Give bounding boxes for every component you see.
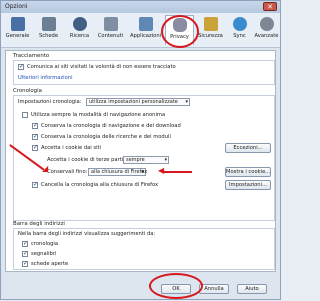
clear-on-close-checkbox[interactable] [32,181,38,188]
tab-label: Avanzate [254,33,279,39]
history-group: Impostazioni cronologia: utilizza impost… [13,95,275,221]
tab-ricerca[interactable]: Ricerca [65,15,94,45]
tab-schede[interactable]: Schede [34,15,63,45]
suggest-history-label: cronologia [31,241,59,247]
close-button[interactable]: ✕ [263,2,277,11]
accept-cookies-label: Accetta i cookie dai siti [41,145,102,151]
keep-until-value: alla chiusura di Firefox [91,169,148,175]
tab-contenuti[interactable]: Contenuti [96,15,125,45]
sync-icon [232,17,247,31]
help-button[interactable]: Aiuto [237,284,267,294]
third-party-value: sempre [126,157,145,163]
suggest-open-tabs-label: schede aperte [31,261,69,267]
chevron-down-icon: ▾ [185,99,188,105]
search-icon [72,17,87,31]
keep-nav-label: Conserva la cronologia di navigazione e … [41,123,181,129]
lock-icon [203,17,218,31]
suggest-bookmarks-checkbox[interactable] [22,250,28,257]
tracking-section-title: Tracciamento [13,53,50,59]
highlight-circle-ok [149,273,203,299]
keep-search-checkbox[interactable] [32,133,38,140]
tracking-group: Comunica ai siti visitati la volontà di … [13,60,275,85]
clear-settings-button[interactable]: Impostazioni... [225,180,271,190]
title-bar: Opzioni ✕ [1,1,280,13]
document-icon [103,17,118,31]
dnt-label: Comunica ai siti visitati la volontà di … [27,64,176,70]
keep-until-select[interactable]: alla chiusura di Firefox ▾ [88,168,148,176]
third-party-label: Accetta i cookie di terze parti: [47,157,125,163]
tab-label: Sync [233,33,246,39]
toggle-switch-icon [10,17,25,31]
tab-sync[interactable]: Sync [225,15,254,45]
dnt-checkbox[interactable] [18,63,24,70]
tab-label: Schede [38,33,59,39]
annotation-arrow-third-party [162,171,192,173]
history-settings-label: Impostazioni cronologia: [18,99,82,105]
keep-until-label: Conservali fino: [47,169,88,175]
tab-label: Ricerca [69,33,90,39]
clear-on-close-label: Cancella la cronologia alla chiusura di … [41,182,159,188]
suggest-open-tabs-checkbox[interactable] [22,260,28,267]
tab-label: Applicazioni [129,33,162,39]
suggest-history-checkbox[interactable] [22,240,28,247]
dialog-footer: OK Annulla Aiuto [1,273,280,301]
chevron-down-icon: ▾ [164,157,167,163]
tab-generale[interactable]: Generale [3,15,32,45]
addressbar-section-title: Barra degli indirizzi [13,221,65,227]
private-mode-checkbox[interactable] [22,112,28,118]
arrowhead-icon: ◢ [42,164,49,173]
addressbar-group: Nella barra degli indirizzi visualizza s… [13,228,275,270]
exceptions-button[interactable]: Eccezioni... [225,143,271,153]
keep-search-label: Conserva la cronologia delle ricerche e … [41,134,171,140]
addressbar-description: Nella barra degli indirizzi visualizza s… [18,231,156,237]
tab-applicazioni[interactable]: Applicazioni [129,15,162,45]
tab-label: Sicurezza [198,33,223,39]
keep-nav-checkbox[interactable] [32,122,38,129]
more-info-link[interactable]: Ulteriori informazioni [18,75,73,81]
private-mode-label: Utilizza sempre la modalità di navigazio… [31,112,166,118]
arrowhead-icon: ◀ [158,166,165,175]
options-window: Opzioni ✕ Generale Schede Ricerca Conten… [0,0,281,300]
gear-icon [259,17,274,31]
accept-cookies-checkbox[interactable] [32,144,38,151]
history-settings-value: utilizza impostazioni personalizzate [89,99,178,105]
applications-icon [138,17,153,31]
cancel-button[interactable]: Annulla [199,284,229,294]
tab-avanzate[interactable]: Avanzate [252,15,281,45]
tab-label: Generale [5,33,30,39]
highlight-circle-privacy [161,15,199,48]
preferences-toolbar: Generale Schede Ricerca Contenuti Applic… [1,13,280,48]
history-section-title: Cronologia [13,88,42,94]
privacy-panel: Tracciamento Comunica ai siti visitati l… [5,50,276,272]
history-settings-select[interactable]: utilizza impostazioni personalizzate ▾ [86,98,190,106]
tab-label: Contenuti [97,33,124,39]
suggest-bookmarks-label: segnalibri [31,251,57,257]
third-party-select[interactable]: sempre ▾ [123,156,169,164]
show-cookies-button[interactable]: Mostra i cookie... [225,167,271,177]
chevron-down-icon: ▾ [141,169,144,175]
window-title: Opzioni [5,3,28,10]
tabs-icon [41,17,56,31]
tab-sicurezza[interactable]: Sicurezza [196,15,225,45]
